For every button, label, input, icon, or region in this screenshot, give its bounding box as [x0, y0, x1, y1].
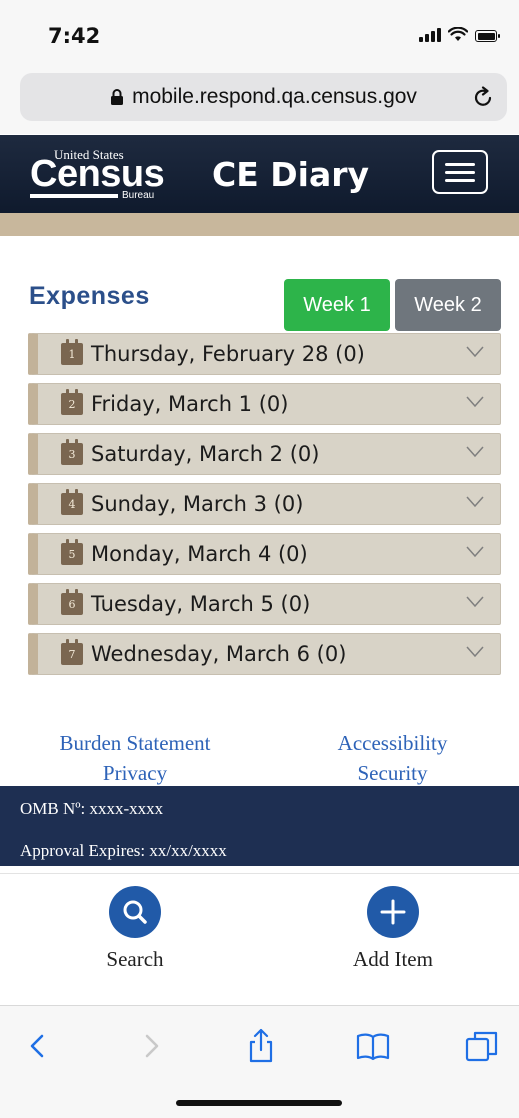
menu-line — [445, 162, 475, 166]
back-icon[interactable] — [20, 1028, 56, 1064]
day-label: Thursday, February 28 (0) — [91, 342, 365, 366]
address-bar[interactable]: mobile.respond.qa.census.gov — [20, 73, 507, 121]
chevron-down-icon — [466, 346, 484, 358]
week-1-button[interactable]: Week 1 — [284, 279, 390, 331]
security-link[interactable]: Security — [305, 761, 480, 786]
burden-statement-link[interactable]: Burden Statement — [35, 731, 235, 756]
add-item-label: Add Item — [353, 947, 433, 971]
lock-icon — [111, 89, 124, 105]
plus-icon — [367, 886, 419, 938]
status-time: 7:42 — [48, 24, 101, 48]
chevron-down-icon — [466, 496, 484, 508]
add-item-action[interactable]: Add Item — [328, 886, 458, 972]
logo-underline — [30, 194, 118, 198]
menu-line — [445, 170, 475, 174]
calendar-icon: 1 — [61, 339, 83, 365]
search-action[interactable]: Search — [70, 886, 200, 972]
accessibility-link[interactable]: Accessibility — [305, 731, 480, 756]
search-label: Search — [106, 947, 164, 971]
url-text: mobile.respond.qa.census.gov — [132, 85, 417, 108]
day-row-monday[interactable]: 5 Monday, March 4 (0) — [28, 533, 501, 575]
day-row-wednesday[interactable]: 7 Wednesday, March 6 (0) — [28, 633, 501, 675]
browser-address-area: mobile.respond.qa.census.gov — [0, 70, 519, 134]
header-divider — [0, 213, 519, 236]
wifi-icon — [448, 27, 468, 41]
day-row-tuesday[interactable]: 6 Tuesday, March 5 (0) — [28, 583, 501, 625]
day-label: Sunday, March 3 (0) — [91, 492, 304, 516]
calendar-icon: 3 — [61, 439, 83, 465]
day-label: Friday, March 1 (0) — [91, 392, 289, 416]
chevron-down-icon — [466, 546, 484, 558]
approval-expires: Approval Expires: xx/xx/xxxx — [20, 841, 227, 860]
calendar-icon: 4 — [61, 489, 83, 515]
expenses-heading: Expenses — [29, 282, 150, 310]
week-2-button[interactable]: Week 2 — [395, 279, 501, 331]
day-label: Tuesday, March 5 (0) — [91, 592, 311, 616]
chevron-down-icon — [466, 396, 484, 408]
omb-info-panel: OMB Nº: xxxx-xxxx Approval Expires: xx/x… — [0, 786, 519, 866]
day-label: Wednesday, March 6 (0) — [91, 642, 347, 666]
calendar-icon: 5 — [61, 539, 83, 565]
privacy-link[interactable]: Privacy — [35, 761, 235, 786]
battery-icon — [475, 30, 500, 42]
census-logo[interactable]: United States Census Bureau — [30, 143, 170, 205]
share-icon[interactable] — [243, 1028, 279, 1064]
hamburger-menu-button[interactable] — [432, 150, 488, 194]
day-row-saturday[interactable]: 3 Saturday, March 2 (0) — [28, 433, 501, 475]
site-header: United States Census Bureau CE Diary — [0, 135, 519, 213]
omb-number: OMB Nº: xxxx-xxxx — [20, 799, 164, 818]
status-bar: 7:42 — [0, 0, 519, 70]
day-row-friday[interactable]: 2 Friday, March 1 (0) — [28, 383, 501, 425]
day-row-thursday[interactable]: 1 Thursday, February 28 (0) — [28, 333, 501, 375]
menu-line — [445, 178, 475, 182]
app-title: CE Diary — [212, 155, 370, 194]
search-icon — [109, 886, 161, 938]
home-indicator — [176, 1100, 342, 1106]
calendar-icon: 6 — [61, 589, 83, 615]
calendar-icon: 7 — [61, 639, 83, 665]
tabs-icon[interactable] — [464, 1028, 500, 1064]
chevron-down-icon — [466, 446, 484, 458]
action-bar: Search Add Item — [0, 873, 519, 1005]
bookmarks-icon[interactable] — [355, 1028, 391, 1064]
chevron-down-icon — [466, 596, 484, 608]
logo-bureau: Bureau — [122, 190, 155, 201]
forward-icon[interactable] — [133, 1028, 169, 1064]
reload-icon[interactable] — [473, 86, 495, 108]
day-row-sunday[interactable]: 4 Sunday, March 3 (0) — [28, 483, 501, 525]
day-label: Monday, March 4 (0) — [91, 542, 308, 566]
cellular-signal-icon — [419, 28, 441, 42]
calendar-icon: 2 — [61, 389, 83, 415]
chevron-down-icon — [466, 646, 484, 658]
status-icons — [419, 27, 500, 42]
day-label: Saturday, March 2 (0) — [91, 442, 320, 466]
